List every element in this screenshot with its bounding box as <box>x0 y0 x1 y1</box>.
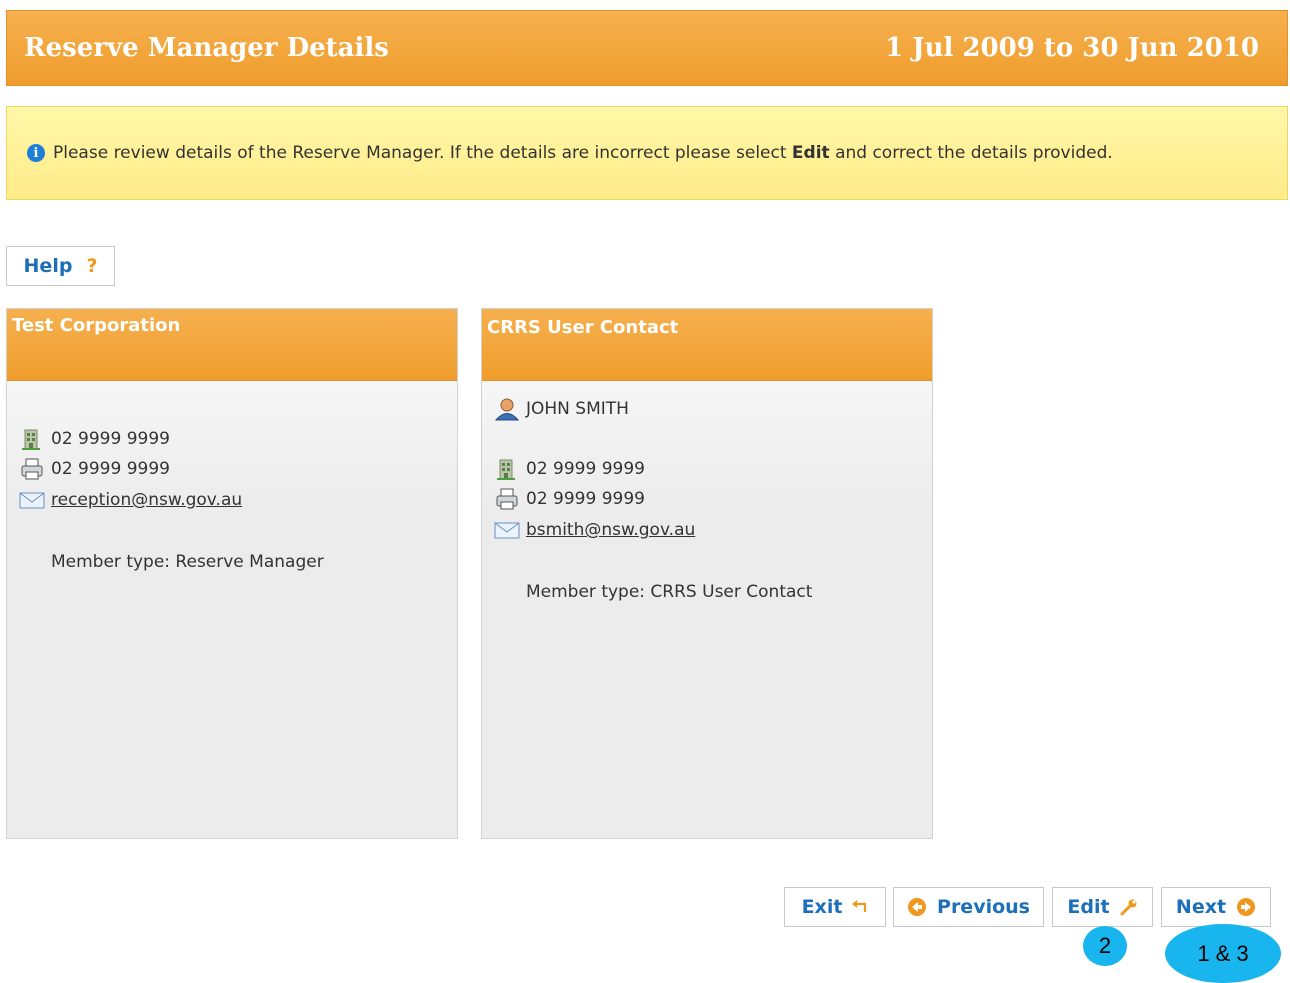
return-arrow-icon <box>852 900 867 912</box>
edit-button[interactable]: Edit <box>1052 887 1153 927</box>
exit-label: Exit <box>801 896 843 918</box>
step-badge-edit: 2 <box>1083 926 1127 966</box>
contact-panel: CRRS User Contact JOHN SMITH 02 9999 999… <box>481 308 933 839</box>
arrow-right-circle-icon <box>1237 898 1256 916</box>
fax-line: 02 9999 9999 <box>494 487 645 511</box>
question-icon: ? <box>86 255 98 277</box>
building-icon <box>497 459 515 480</box>
envelope-icon <box>19 492 45 509</box>
info-text-before: Please review details of the Reserve Man… <box>53 143 787 163</box>
wrench-icon <box>1120 899 1137 916</box>
fax-number: 02 9999 9999 <box>526 489 645 509</box>
organisation-panel: Test Corporation 02 9999 9999 02 9999 99… <box>6 308 458 839</box>
next-label: Next <box>1175 896 1227 918</box>
previous-label: Previous <box>937 896 1030 918</box>
previous-button[interactable]: Previous <box>893 887 1044 927</box>
help-label: Help <box>23 255 73 277</box>
user-icon <box>494 398 520 421</box>
page-title: Reserve Manager Details <box>24 33 389 63</box>
info-text-after: and correct the details provided. <box>835 143 1113 163</box>
phone-number: 02 9999 9999 <box>51 429 170 449</box>
phone-line: 02 9999 9999 <box>494 457 645 481</box>
info-text-bold: Edit <box>791 143 830 163</box>
organisation-panel-title: Test Corporation <box>7 309 457 381</box>
fax-line: 02 9999 9999 <box>19 457 170 481</box>
member-type: Member type: Reserve Manager <box>51 552 324 572</box>
email-link[interactable]: bsmith@nsw.gov.au <box>526 520 695 540</box>
envelope-icon <box>494 522 520 539</box>
email-link[interactable]: reception@nsw.gov.au <box>51 490 242 510</box>
next-button[interactable]: Next <box>1161 887 1271 927</box>
period-range: 1 Jul 2009 to 30 Jun 2010 <box>885 33 1259 63</box>
phone-number: 02 9999 9999 <box>526 459 645 479</box>
edit-label: Edit <box>1067 896 1110 918</box>
fax-number: 02 9999 9999 <box>51 459 170 479</box>
email-line: reception@nsw.gov.au <box>19 488 242 512</box>
building-icon <box>22 429 40 450</box>
help-button[interactable]: Help ? <box>6 246 115 286</box>
printer-icon <box>21 458 43 480</box>
phone-line: 02 9999 9999 <box>19 427 170 451</box>
page-header: Reserve Manager Details 1 Jul 2009 to 30… <box>6 10 1288 86</box>
person-name: JOHN SMITH <box>526 399 629 419</box>
email-line: bsmith@nsw.gov.au <box>494 518 695 542</box>
exit-button[interactable]: Exit <box>784 887 886 927</box>
contact-panel-title: CRRS User Contact <box>482 309 932 381</box>
person-line: JOHN SMITH <box>494 397 629 421</box>
info-icon: i <box>27 144 45 162</box>
info-banner: i Please review details of the Reserve M… <box>6 106 1288 200</box>
step-badge-next: 1 & 3 <box>1165 924 1281 983</box>
arrow-left-circle-icon <box>908 898 927 916</box>
member-type: Member type: CRRS User Contact <box>526 582 813 602</box>
printer-icon <box>496 488 518 510</box>
